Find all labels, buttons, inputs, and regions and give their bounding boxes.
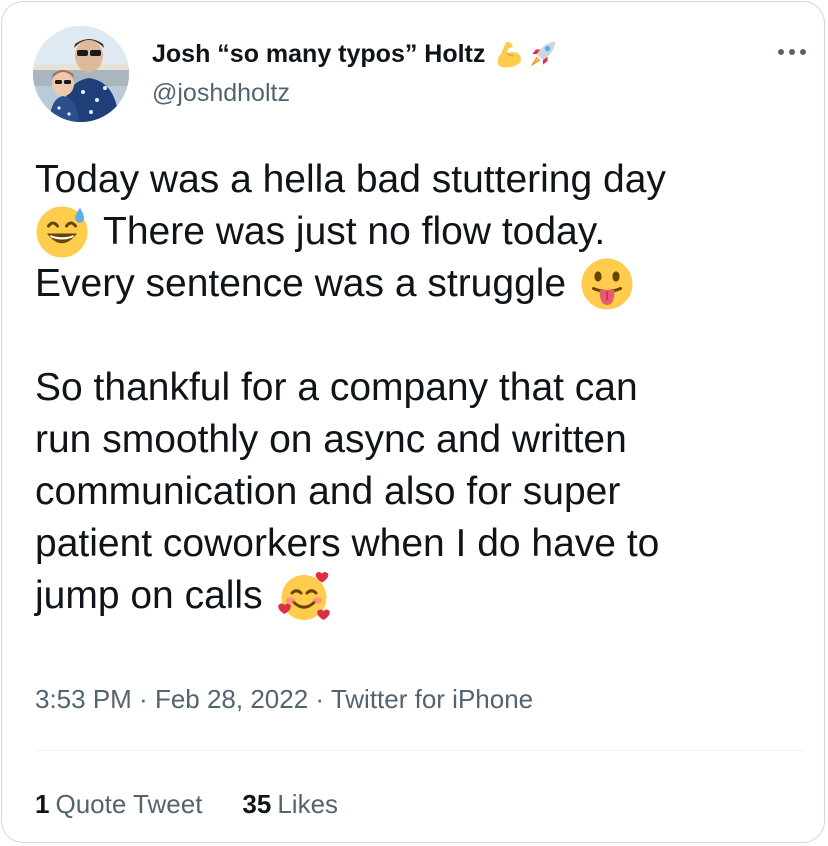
tweet-line: patient coworkers when I do have to <box>35 518 805 570</box>
quote-tweets-link[interactable]: 1 Quote Tweet <box>35 788 202 820</box>
tweet-line: Every sentence was a struggle <box>35 258 805 310</box>
tweet-line: run smoothly on async and written <box>35 414 805 466</box>
rocket-icon <box>530 41 556 67</box>
quote-tweet-label: Quote Tweet <box>55 789 203 819</box>
tweet-line: So thankful for a company that can <box>35 362 805 414</box>
author-handle[interactable]: @joshdholtz <box>152 78 290 108</box>
tweet-line-text: So thankful for a company that can <box>35 366 638 409</box>
tweet-line-text: jump on calls <box>35 574 263 617</box>
tweet-meta: 3:53 PM · Feb 28, 2022 · Twitter for iPh… <box>35 683 533 715</box>
author-name-emojis <box>493 38 559 70</box>
like-label: Likes <box>277 789 339 819</box>
tweet-line: jump on calls <box>35 570 805 622</box>
tweet-line-text: Every sentence was a struggle <box>35 262 567 305</box>
meta-separator: · <box>308 684 331 714</box>
more-options-icon[interactable] <box>772 38 812 66</box>
tweet-timestamp-date[interactable]: Feb 28, 2022 <box>155 684 308 714</box>
avatar-photo-icon <box>33 26 129 122</box>
tweet-line-text: run smoothly on async and written <box>35 418 627 461</box>
tweet-stats: 1 Quote Tweet 35 Likes <box>35 788 378 820</box>
smiling-face-with-hearts-icon <box>277 572 330 620</box>
tweet-line: There was just no flow today. <box>35 206 805 258</box>
tweet-line-text: Today was a hella bad stuttering day <box>35 158 666 201</box>
avatar[interactable] <box>33 26 129 122</box>
tweet-line-text: patient coworkers when I do have to <box>35 522 660 565</box>
likes-link[interactable]: 35 Likes <box>242 788 338 820</box>
meta-separator: · <box>131 684 155 714</box>
tweet-line-text: communication and also for super <box>35 470 621 513</box>
author-name-text: Josh “so many typos” Holtz <box>152 40 486 68</box>
tweet-line-text: There was just no flow today. <box>103 210 606 253</box>
grinning-sweat-face-icon <box>36 206 88 258</box>
quote-tweet-count: 1 <box>35 789 50 819</box>
tweet-source-link[interactable]: Twitter for iPhone <box>331 684 533 714</box>
tweet-line: communication and also for super <box>35 466 805 518</box>
tweet-timestamp-time[interactable]: 3:53 PM <box>35 684 132 714</box>
author-name[interactable]: Josh “so many typos” Holtz <box>152 38 559 70</box>
like-count: 35 <box>242 789 272 819</box>
flexed-biceps-icon <box>498 41 522 68</box>
divider <box>35 750 805 751</box>
tweet-text: Today was a hella bad stuttering day The… <box>35 154 805 622</box>
tongue-out-face-icon <box>581 258 633 310</box>
tweet-card: Josh “so many typos” Holtz @joshdholtz T… <box>1 1 825 843</box>
tweet-line: Today was a hella bad stuttering day <box>35 154 805 206</box>
